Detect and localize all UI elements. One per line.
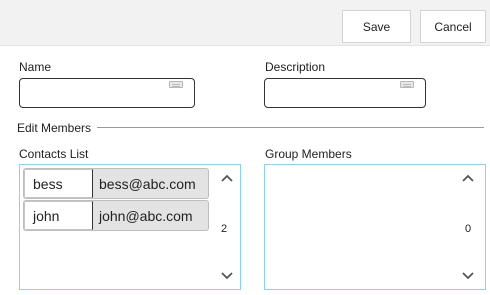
- contact-email: john@abc.com: [99, 207, 193, 224]
- contact-item[interactable]: john john@abc.com: [23, 200, 209, 231]
- description-input[interactable]: [264, 78, 426, 108]
- toolbar: Save Cancel: [0, 0, 490, 46]
- group-members-list[interactable]: 0: [264, 164, 486, 290]
- chevron-down-icon[interactable]: [221, 269, 233, 281]
- name-label: Name: [19, 60, 52, 74]
- contact-name: bess: [24, 169, 93, 198]
- chevron-up-icon[interactable]: [462, 173, 474, 185]
- contacts-count: 2: [221, 223, 228, 235]
- name-input[interactable]: [19, 78, 195, 108]
- group-members-count: 0: [465, 223, 472, 235]
- edit-members-divider: [97, 127, 484, 128]
- chevron-down-icon[interactable]: [462, 269, 474, 281]
- cancel-button[interactable]: Cancel: [420, 10, 486, 43]
- keyboard-icon: [400, 81, 414, 88]
- chevron-up-icon[interactable]: [221, 173, 233, 185]
- save-button[interactable]: Save: [342, 10, 411, 43]
- edit-members-label: Edit Members: [17, 121, 92, 135]
- contact-email: bess@abc.com: [99, 175, 196, 192]
- contacts-list-label: Contacts List: [19, 147, 89, 161]
- group-members-label: Group Members: [265, 147, 352, 161]
- contact-name: john: [24, 201, 93, 230]
- contact-item[interactable]: bess bess@abc.com: [23, 168, 209, 199]
- description-label: Description: [265, 60, 326, 74]
- contacts-list[interactable]: bess bess@abc.com john john@abc.com 2: [19, 164, 241, 290]
- keyboard-icon: [169, 81, 183, 88]
